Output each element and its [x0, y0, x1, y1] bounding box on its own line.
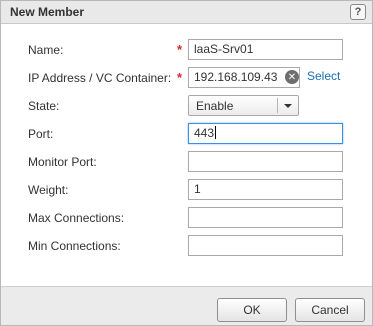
- state-dropdown-value: Enable: [196, 99, 234, 113]
- state-dropdown[interactable]: Enable: [188, 95, 299, 116]
- dialog-title: New Member: [10, 5, 85, 19]
- monitor-port-label: Monitor Port:: [28, 155, 97, 169]
- dropdown-divider: [277, 98, 278, 113]
- max-connections-input[interactable]: [188, 207, 343, 228]
- dialog-footer: OK Cancel: [1, 286, 372, 325]
- min-connections-label: Min Connections:: [28, 239, 121, 253]
- weight-input[interactable]: 1: [188, 179, 343, 200]
- cancel-button[interactable]: Cancel: [295, 298, 365, 322]
- select-link[interactable]: Select: [307, 69, 340, 83]
- dialog-titlebar[interactable]: New Member ?: [1, 1, 372, 24]
- name-required-marker: *: [177, 42, 183, 57]
- name-label: Name:: [28, 43, 64, 57]
- weight-label: Weight:: [28, 183, 69, 197]
- ip-required-marker: *: [177, 70, 183, 85]
- clear-icon[interactable]: ✕: [285, 70, 299, 84]
- min-connections-input[interactable]: [188, 235, 343, 256]
- monitor-port-input[interactable]: [188, 151, 343, 172]
- port-input[interactable]: 443: [188, 123, 343, 144]
- new-member-dialog: New Member ? Name: * laaS-Srv01 IP Addre…: [0, 0, 373, 326]
- port-value: 443: [194, 126, 215, 140]
- ip-address-label: IP Address / VC Container:: [28, 71, 172, 85]
- port-label: Port:: [28, 127, 54, 141]
- text-caret: [215, 126, 217, 139]
- max-connections-label: Max Connections:: [28, 211, 125, 225]
- chevron-down-icon: [284, 104, 292, 108]
- ok-button[interactable]: OK: [217, 298, 287, 322]
- name-input[interactable]: laaS-Srv01: [188, 39, 343, 60]
- help-icon[interactable]: ?: [350, 4, 366, 20]
- state-label: State:: [28, 99, 60, 113]
- ip-address-input[interactable]: 192.168.109.43: [188, 67, 300, 88]
